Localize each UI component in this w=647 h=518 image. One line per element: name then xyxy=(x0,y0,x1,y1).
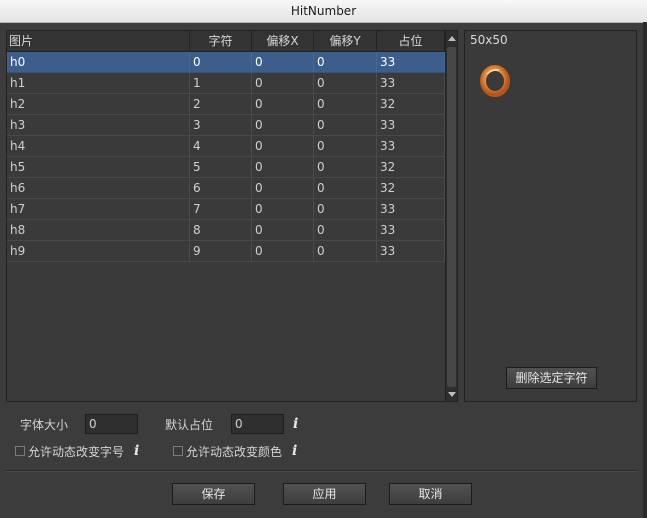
table-body: h0 0 0 0 33 h1 1 0 0 33 h2 2 0 0 32 h3 3 0 0 33 h4 4 0 0 33 h5 5 0 0… xyxy=(7,52,445,262)
cell-offset-y: 0 xyxy=(314,178,377,198)
cell-char: 5 xyxy=(190,157,252,177)
cell-char: 6 xyxy=(190,178,252,198)
table-scrollbar[interactable] xyxy=(445,31,457,401)
scroll-down-arrow-icon[interactable] xyxy=(448,392,456,397)
column-header-offset-x[interactable]: 偏移X xyxy=(252,31,314,51)
dynamic-font-size-label[interactable]: 允许动态改变字号 xyxy=(28,443,124,460)
cell-char: 4 xyxy=(190,136,252,156)
cell-offset-y: 0 xyxy=(314,94,377,114)
cell-space: 33 xyxy=(377,136,445,156)
cell-offset-y: 0 xyxy=(314,52,377,72)
cell-space: 33 xyxy=(377,220,445,240)
window-title: HitNumber xyxy=(290,4,357,18)
cell-space: 33 xyxy=(377,199,445,219)
cell-char: 3 xyxy=(190,115,252,135)
dynamic-color-label[interactable]: 允许动态改变颜色 xyxy=(186,443,282,460)
column-header-space[interactable]: 占位 xyxy=(377,31,445,51)
cell-image: h3 xyxy=(7,115,190,135)
preview-size-label: 50x50 xyxy=(470,33,508,47)
cell-image: h1 xyxy=(7,73,190,93)
cell-offset-x: 0 xyxy=(252,241,314,261)
table-row[interactable]: h6 6 0 0 32 xyxy=(7,178,445,199)
delete-selected-char-button[interactable]: 删除选定字符 xyxy=(506,367,597,389)
character-table: 图片 字符 偏移X 偏移Y 占位 h0 0 0 0 33 h1 1 0 0 33 h2 2 0 0 32 h3… xyxy=(6,30,458,402)
table-row[interactable]: h4 4 0 0 33 xyxy=(7,136,445,157)
cell-offset-y: 0 xyxy=(314,220,377,240)
cell-offset-x: 0 xyxy=(252,199,314,219)
cell-offset-y: 0 xyxy=(314,136,377,156)
cell-offset-y: 0 xyxy=(314,115,377,135)
cell-offset-y: 0 xyxy=(314,73,377,93)
scroll-up-arrow-icon[interactable] xyxy=(448,36,456,41)
cell-image: h6 xyxy=(7,178,190,198)
dynamic-color-checkbox[interactable] xyxy=(173,446,183,456)
table-row[interactable]: h7 7 0 0 33 xyxy=(7,199,445,220)
table-row[interactable]: h3 3 0 0 33 xyxy=(7,115,445,136)
cell-offset-x: 0 xyxy=(252,115,314,135)
apply-button[interactable]: 应用 xyxy=(283,483,366,505)
cell-space: 33 xyxy=(377,115,445,135)
table-header: 图片 字符 偏移X 偏移Y 占位 xyxy=(7,31,445,52)
cell-space: 32 xyxy=(377,157,445,177)
window-edge xyxy=(643,22,647,518)
cell-offset-x: 0 xyxy=(252,73,314,93)
table-row[interactable]: h5 5 0 0 32 xyxy=(7,157,445,178)
font-size-input[interactable]: 0 xyxy=(85,414,138,434)
cell-char: 9 xyxy=(190,241,252,261)
column-header-offset-y[interactable]: 偏移Y xyxy=(314,31,377,51)
cell-offset-x: 0 xyxy=(252,157,314,177)
info-icon[interactable]: i xyxy=(292,443,302,459)
cell-offset-y: 0 xyxy=(314,157,377,177)
cell-image: h2 xyxy=(7,94,190,114)
cell-char: 7 xyxy=(190,199,252,219)
cell-image: h4 xyxy=(7,136,190,156)
table-row[interactable]: h1 1 0 0 33 xyxy=(7,73,445,94)
column-header-char[interactable]: 字符 xyxy=(190,31,252,51)
cell-image: h5 xyxy=(7,157,190,177)
info-icon[interactable]: i xyxy=(134,443,144,459)
cell-char: 8 xyxy=(190,220,252,240)
font-size-label: 字体大小 xyxy=(20,418,69,432)
table-row[interactable]: h8 8 0 0 33 xyxy=(7,220,445,241)
scrollbar-thumb[interactable] xyxy=(447,47,456,387)
cell-space: 32 xyxy=(377,94,445,114)
cell-char: 2 xyxy=(190,94,252,114)
cell-space: 33 xyxy=(377,241,445,261)
digit-zero-ring-icon xyxy=(480,65,510,97)
cell-offset-x: 0 xyxy=(252,178,314,198)
table-row[interactable]: h2 2 0 0 32 xyxy=(7,94,445,115)
default-space-label: 默认占位 xyxy=(165,418,214,432)
cell-image: h8 xyxy=(7,220,190,240)
cell-char: 0 xyxy=(190,52,252,72)
cell-image: h9 xyxy=(7,241,190,261)
info-icon[interactable]: i xyxy=(293,416,303,432)
footer-divider xyxy=(6,470,637,472)
column-header-image[interactable]: 图片 xyxy=(7,31,190,51)
preview-panel: 50x50 删除选定字符 xyxy=(464,30,637,402)
save-button[interactable]: 保存 xyxy=(172,483,255,505)
cell-space: 32 xyxy=(377,178,445,198)
cell-space: 33 xyxy=(377,52,445,72)
default-space-input[interactable]: 0 xyxy=(231,414,284,434)
cell-offset-y: 0 xyxy=(314,199,377,219)
cell-offset-y: 0 xyxy=(314,241,377,261)
cell-offset-x: 0 xyxy=(252,52,314,72)
cell-offset-x: 0 xyxy=(252,94,314,114)
cell-image: h7 xyxy=(7,199,190,219)
cell-image: h0 xyxy=(7,52,190,72)
dynamic-font-size-checkbox[interactable] xyxy=(15,446,25,456)
cell-offset-x: 0 xyxy=(252,136,314,156)
cell-char: 1 xyxy=(190,73,252,93)
table-row[interactable]: h0 0 0 0 33 xyxy=(7,52,445,73)
cell-offset-x: 0 xyxy=(252,220,314,240)
cell-space: 33 xyxy=(377,73,445,93)
table-row[interactable]: h9 9 0 0 33 xyxy=(7,241,445,262)
cancel-button[interactable]: 取消 xyxy=(389,483,472,505)
window-title-bar: HitNumber xyxy=(0,0,647,23)
